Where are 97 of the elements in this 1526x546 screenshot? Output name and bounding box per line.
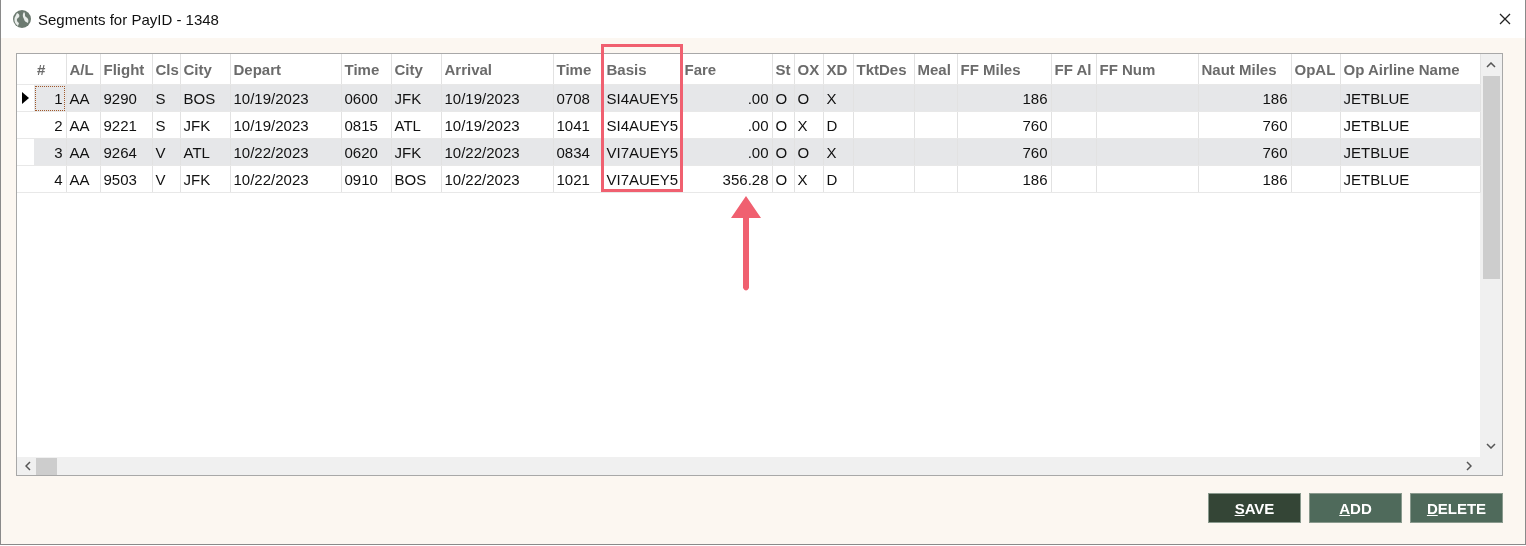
table-cell: .00 <box>681 84 772 112</box>
table-cell: JETBLUE <box>1340 165 1480 193</box>
column-header[interactable]: OpAL <box>1291 54 1340 85</box>
table-cell: AA <box>66 165 100 193</box>
table-cell: 760 <box>1198 138 1291 166</box>
column-header[interactable]: # <box>34 54 66 85</box>
action-button[interactable]: SAVE <box>1208 493 1301 523</box>
table-cell: 3 <box>34 138 66 166</box>
column-header[interactable]: Time <box>553 54 603 85</box>
table-cell <box>914 165 957 193</box>
column-header[interactable]: Flight <box>100 54 152 85</box>
close-icon[interactable] <box>1499 13 1511 25</box>
column-header[interactable]: FF Miles <box>957 54 1051 85</box>
table-cell: JETBLUE <box>1340 111 1480 139</box>
table-cell <box>1291 165 1340 193</box>
table-cell: O <box>772 165 794 193</box>
table-cell: X <box>794 111 823 139</box>
column-header[interactable]: Time <box>341 54 391 85</box>
table-cell: 10/22/2023 <box>441 138 553 166</box>
window-title: Segments for PayID - 1348 <box>38 10 219 28</box>
table-cell: S <box>152 111 180 139</box>
table-cell: JFK <box>180 165 230 193</box>
table-cell <box>914 111 957 139</box>
table-cell: SI4AUEY5 <box>603 111 681 139</box>
column-header[interactable]: Arrival <box>441 54 553 85</box>
column-header[interactable]: FF Num <box>1096 54 1198 85</box>
table-cell: 1021 <box>553 165 603 193</box>
column-header[interactable]: Naut Miles <box>1198 54 1291 85</box>
table-cell: 0815 <box>341 111 391 139</box>
column-header[interactable]: Depart <box>230 54 341 85</box>
table-cell: 2 <box>34 111 66 139</box>
row-pointer-icon <box>22 92 29 104</box>
column-header[interactable]: FF Al <box>1051 54 1096 85</box>
column-header[interactable]: Basis <box>603 54 681 85</box>
table-cell: JETBLUE <box>1340 138 1480 166</box>
table-cell: 10/19/2023 <box>230 84 341 112</box>
table-cell <box>1291 111 1340 139</box>
table-cell: X <box>794 165 823 193</box>
column-header[interactable]: A/L <box>66 54 100 85</box>
table-cell: 186 <box>957 165 1051 193</box>
table-cell: .00 <box>681 111 772 139</box>
action-button[interactable]: ADD <box>1309 493 1402 523</box>
scroll-left-icon[interactable] <box>25 461 31 471</box>
scroll-up-icon[interactable] <box>1486 62 1496 68</box>
table-cell: 1041 <box>553 111 603 139</box>
scroll-down-icon[interactable] <box>1486 443 1496 449</box>
table-cell: VI7AUEY5 <box>603 165 681 193</box>
globe-icon <box>12 9 32 29</box>
table-cell: 186 <box>1198 84 1291 112</box>
column-header[interactable]: XD <box>823 54 853 85</box>
table-cell: 0910 <box>341 165 391 193</box>
column-header[interactable]: Op Airline Name <box>1340 54 1480 85</box>
table-cell: 10/22/2023 <box>230 138 341 166</box>
table-cell: 10/19/2023 <box>230 111 341 139</box>
table-cell <box>1051 165 1096 193</box>
table-cell: 4 <box>34 165 66 193</box>
table-cell: D <box>823 165 853 193</box>
table-cell: 760 <box>1198 111 1291 139</box>
table-cell: 10/22/2023 <box>441 165 553 193</box>
table-cell: O <box>772 111 794 139</box>
column-header[interactable]: Meal <box>914 54 957 85</box>
table-cell: JFK <box>180 111 230 139</box>
table-cell: 10/19/2023 <box>441 84 553 112</box>
column-header[interactable]: Fare <box>681 54 772 85</box>
table-cell: BOS <box>391 165 441 193</box>
table-cell: ATL <box>391 111 441 139</box>
arrow-up-icon <box>731 196 761 292</box>
column-header[interactable]: St <box>772 54 794 85</box>
table-cell: V <box>152 165 180 193</box>
table-cell: SI4AUEY5 <box>603 84 681 112</box>
table-cell: 10/22/2023 <box>230 165 341 193</box>
column-header[interactable]: City <box>391 54 441 85</box>
action-button[interactable]: DELETE <box>1410 493 1503 523</box>
table-cell: 9221 <box>100 111 152 139</box>
table-cell: 10/19/2023 <box>441 111 553 139</box>
table-cell: 186 <box>1198 165 1291 193</box>
column-header[interactable]: Cls <box>152 54 180 85</box>
column-header[interactable]: TktDes <box>853 54 914 85</box>
table-cell: JETBLUE <box>1340 84 1480 112</box>
table-cell: 760 <box>957 111 1051 139</box>
table-cell: 186 <box>957 84 1051 112</box>
table-cell <box>1051 111 1096 139</box>
table-cell: 1 <box>34 84 66 112</box>
table-cell: 760 <box>957 138 1051 166</box>
scrollbar-thumb[interactable] <box>1482 76 1500 279</box>
table-cell <box>853 165 914 193</box>
table-cell: 356.28 <box>681 165 772 193</box>
column-header[interactable]: City <box>180 54 230 85</box>
table-cell: 9503 <box>100 165 152 193</box>
table-cell: .00 <box>681 138 772 166</box>
scrollbar-thumb[interactable] <box>36 457 57 475</box>
table-cell: AA <box>66 111 100 139</box>
scroll-right-icon[interactable] <box>1466 461 1472 471</box>
table-cell: D <box>823 111 853 139</box>
column-header[interactable]: OX <box>794 54 823 85</box>
table-cell <box>853 111 914 139</box>
table-cell: VI7AUEY5 <box>603 138 681 166</box>
